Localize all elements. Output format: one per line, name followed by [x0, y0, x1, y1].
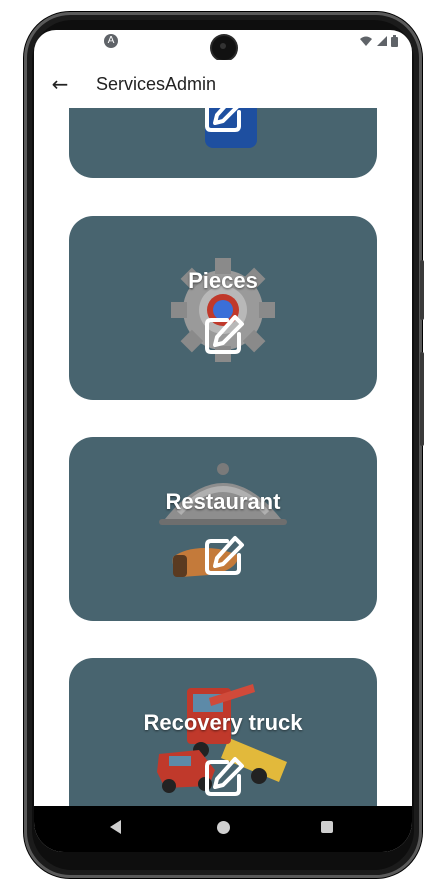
service-card[interactable]: Restaurant	[69, 437, 377, 621]
recents-icon[interactable]	[321, 821, 333, 833]
wifi-icon	[360, 36, 372, 46]
front-camera	[212, 36, 236, 60]
cloche-icon	[159, 463, 287, 577]
service-name: Recovery truck	[143, 710, 303, 735]
status-bar: A	[34, 30, 412, 60]
page-title: ServicesAdmin	[96, 74, 217, 94]
service-card[interactable]: Pieces	[69, 216, 377, 400]
services-list: Pieces Restaurant Recovery truck	[34, 108, 412, 806]
service-card[interactable]: Recovery truck	[69, 658, 377, 806]
screen: A ← ServicesAdmin Pieces Restaurant Reco…	[34, 30, 412, 852]
arrow-left-icon[interactable]: ←	[46, 70, 74, 98]
volume-button	[420, 352, 424, 446]
service-name: Pieces	[188, 268, 258, 293]
service-card[interactable]	[69, 108, 377, 178]
edit-icon[interactable]	[203, 314, 245, 356]
gear-icon	[171, 258, 275, 362]
status-icons	[359, 34, 398, 48]
signal-icon	[377, 36, 387, 46]
edit-icon[interactable]	[203, 756, 245, 798]
a-icon: A	[104, 34, 118, 48]
back-icon[interactable]	[110, 820, 121, 834]
navigation-bar	[34, 806, 412, 852]
edit-icon[interactable]	[203, 108, 245, 134]
edit-icon[interactable]	[203, 535, 245, 577]
battery-icon	[391, 35, 398, 47]
power-button	[420, 260, 424, 320]
home-icon[interactable]	[217, 821, 230, 834]
app-bar: ← ServicesAdmin	[34, 60, 412, 108]
service-name: Restaurant	[165, 489, 281, 514]
